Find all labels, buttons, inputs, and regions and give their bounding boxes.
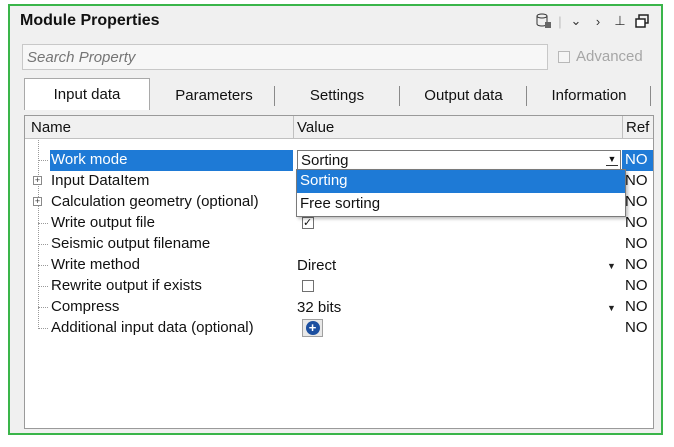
tab-information[interactable]: Information: [528, 80, 650, 110]
dropdown-arrow-icon[interactable]: ▼: [607, 303, 616, 313]
advanced-checkbox[interactable]: Advanced: [558, 48, 643, 65]
expand-icon[interactable]: +: [33, 197, 42, 206]
property-name: Compress: [51, 298, 120, 315]
restore-window-icon[interactable]: [631, 12, 653, 30]
property-ref: NO: [625, 172, 648, 189]
tree-connector: [38, 223, 48, 224]
grid-header: Name Value Ref: [25, 116, 653, 139]
write-output-checkbox[interactable]: ✓: [302, 217, 314, 229]
property-ref: NO: [625, 193, 648, 210]
tab-parameters[interactable]: Parameters: [154, 80, 274, 110]
search-property-input[interactable]: [22, 44, 548, 70]
pin-icon[interactable]: ⊥: [609, 12, 631, 30]
property-name: Calculation geometry (optional): [51, 193, 259, 210]
separator: |: [558, 13, 562, 29]
tree-connector: [38, 286, 48, 287]
chevron-right-icon[interactable]: ›: [587, 12, 609, 30]
property-row-compress[interactable]: Compress 32 bits ▼ NO: [25, 297, 653, 318]
tree-connector: [38, 307, 48, 308]
database-icon[interactable]: [533, 12, 555, 30]
tab-bar: Input data Parameters Settings Output da…: [24, 78, 654, 110]
work-mode-select[interactable]: Sorting ▼: [297, 150, 621, 171]
property-ref: NO: [622, 150, 653, 171]
tab-separator: [274, 86, 275, 106]
write-method-value[interactable]: Direct: [297, 257, 336, 274]
property-name[interactable]: Work mode: [50, 150, 293, 171]
property-ref: NO: [625, 319, 648, 336]
property-ref: NO: [625, 298, 648, 315]
property-ref: NO: [625, 214, 648, 231]
column-header-value[interactable]: Value: [297, 119, 334, 136]
property-row-rewrite-output[interactable]: Rewrite output if exists NO: [25, 276, 653, 297]
expand-icon[interactable]: +: [33, 176, 42, 185]
dropdown-arrow-icon[interactable]: ▼: [606, 154, 618, 166]
work-mode-value: Sorting: [301, 152, 349, 169]
tab-settings[interactable]: Settings: [276, 80, 398, 110]
property-name: Write output file: [51, 214, 155, 231]
property-row-seismic-output-filename[interactable]: Seismic output filename NO: [25, 234, 653, 255]
property-name: Input DataItem: [51, 172, 150, 189]
property-name: Rewrite output if exists: [51, 277, 202, 294]
tab-separator: [650, 86, 651, 106]
property-ref: NO: [625, 256, 648, 273]
chevron-down-icon[interactable]: ⌄: [565, 12, 587, 30]
work-mode-dropdown-list: Sorting Free sorting: [296, 169, 626, 217]
dropdown-option-sorting[interactable]: Sorting: [297, 170, 625, 193]
property-row-work-mode[interactable]: Work mode Sorting ▼ NO: [25, 150, 653, 171]
tab-separator: [399, 86, 400, 106]
tab-output-data[interactable]: Output data: [401, 80, 526, 110]
module-properties-panel: Module Properties | ⌄ › ⊥ Advanced Input…: [8, 4, 663, 435]
dropdown-arrow-icon[interactable]: ▼: [607, 261, 616, 271]
property-row-write-method[interactable]: Write method Direct ▼ NO: [25, 255, 653, 276]
tree-connector: [38, 160, 48, 161]
title-icons: | ⌄ › ⊥: [533, 12, 653, 30]
compress-value[interactable]: 32 bits: [297, 299, 341, 316]
property-name: Seismic output filename: [51, 235, 211, 252]
column-separator[interactable]: [293, 116, 294, 139]
property-row-additional-input-data[interactable]: Additional input data (optional) + NO: [25, 318, 653, 339]
tree-connector: [38, 265, 48, 266]
rewrite-output-checkbox[interactable]: [302, 280, 314, 292]
property-grid: Name Value Ref Work mode Sorting ▼ NO + …: [24, 115, 654, 429]
tree-connector: [38, 244, 48, 245]
title-bar: Module Properties | ⌄ › ⊥: [10, 6, 661, 36]
column-separator[interactable]: [622, 116, 623, 139]
column-header-name[interactable]: Name: [31, 119, 71, 136]
tab-separator: [526, 86, 527, 106]
panel-title: Module Properties: [20, 12, 160, 29]
property-name: Additional input data (optional): [51, 319, 254, 336]
plus-icon: +: [305, 321, 320, 335]
property-ref: NO: [625, 277, 648, 294]
tree-connector: [38, 328, 48, 329]
advanced-label: Advanced: [576, 48, 643, 65]
tab-input-data[interactable]: Input data: [24, 78, 150, 110]
property-name: Write method: [51, 256, 140, 273]
property-ref: NO: [625, 235, 648, 252]
dropdown-option-free-sorting[interactable]: Free sorting: [297, 193, 625, 216]
column-header-ref[interactable]: Ref: [626, 119, 649, 136]
add-input-button[interactable]: +: [302, 319, 323, 337]
advanced-checkbox-box[interactable]: [558, 50, 570, 63]
